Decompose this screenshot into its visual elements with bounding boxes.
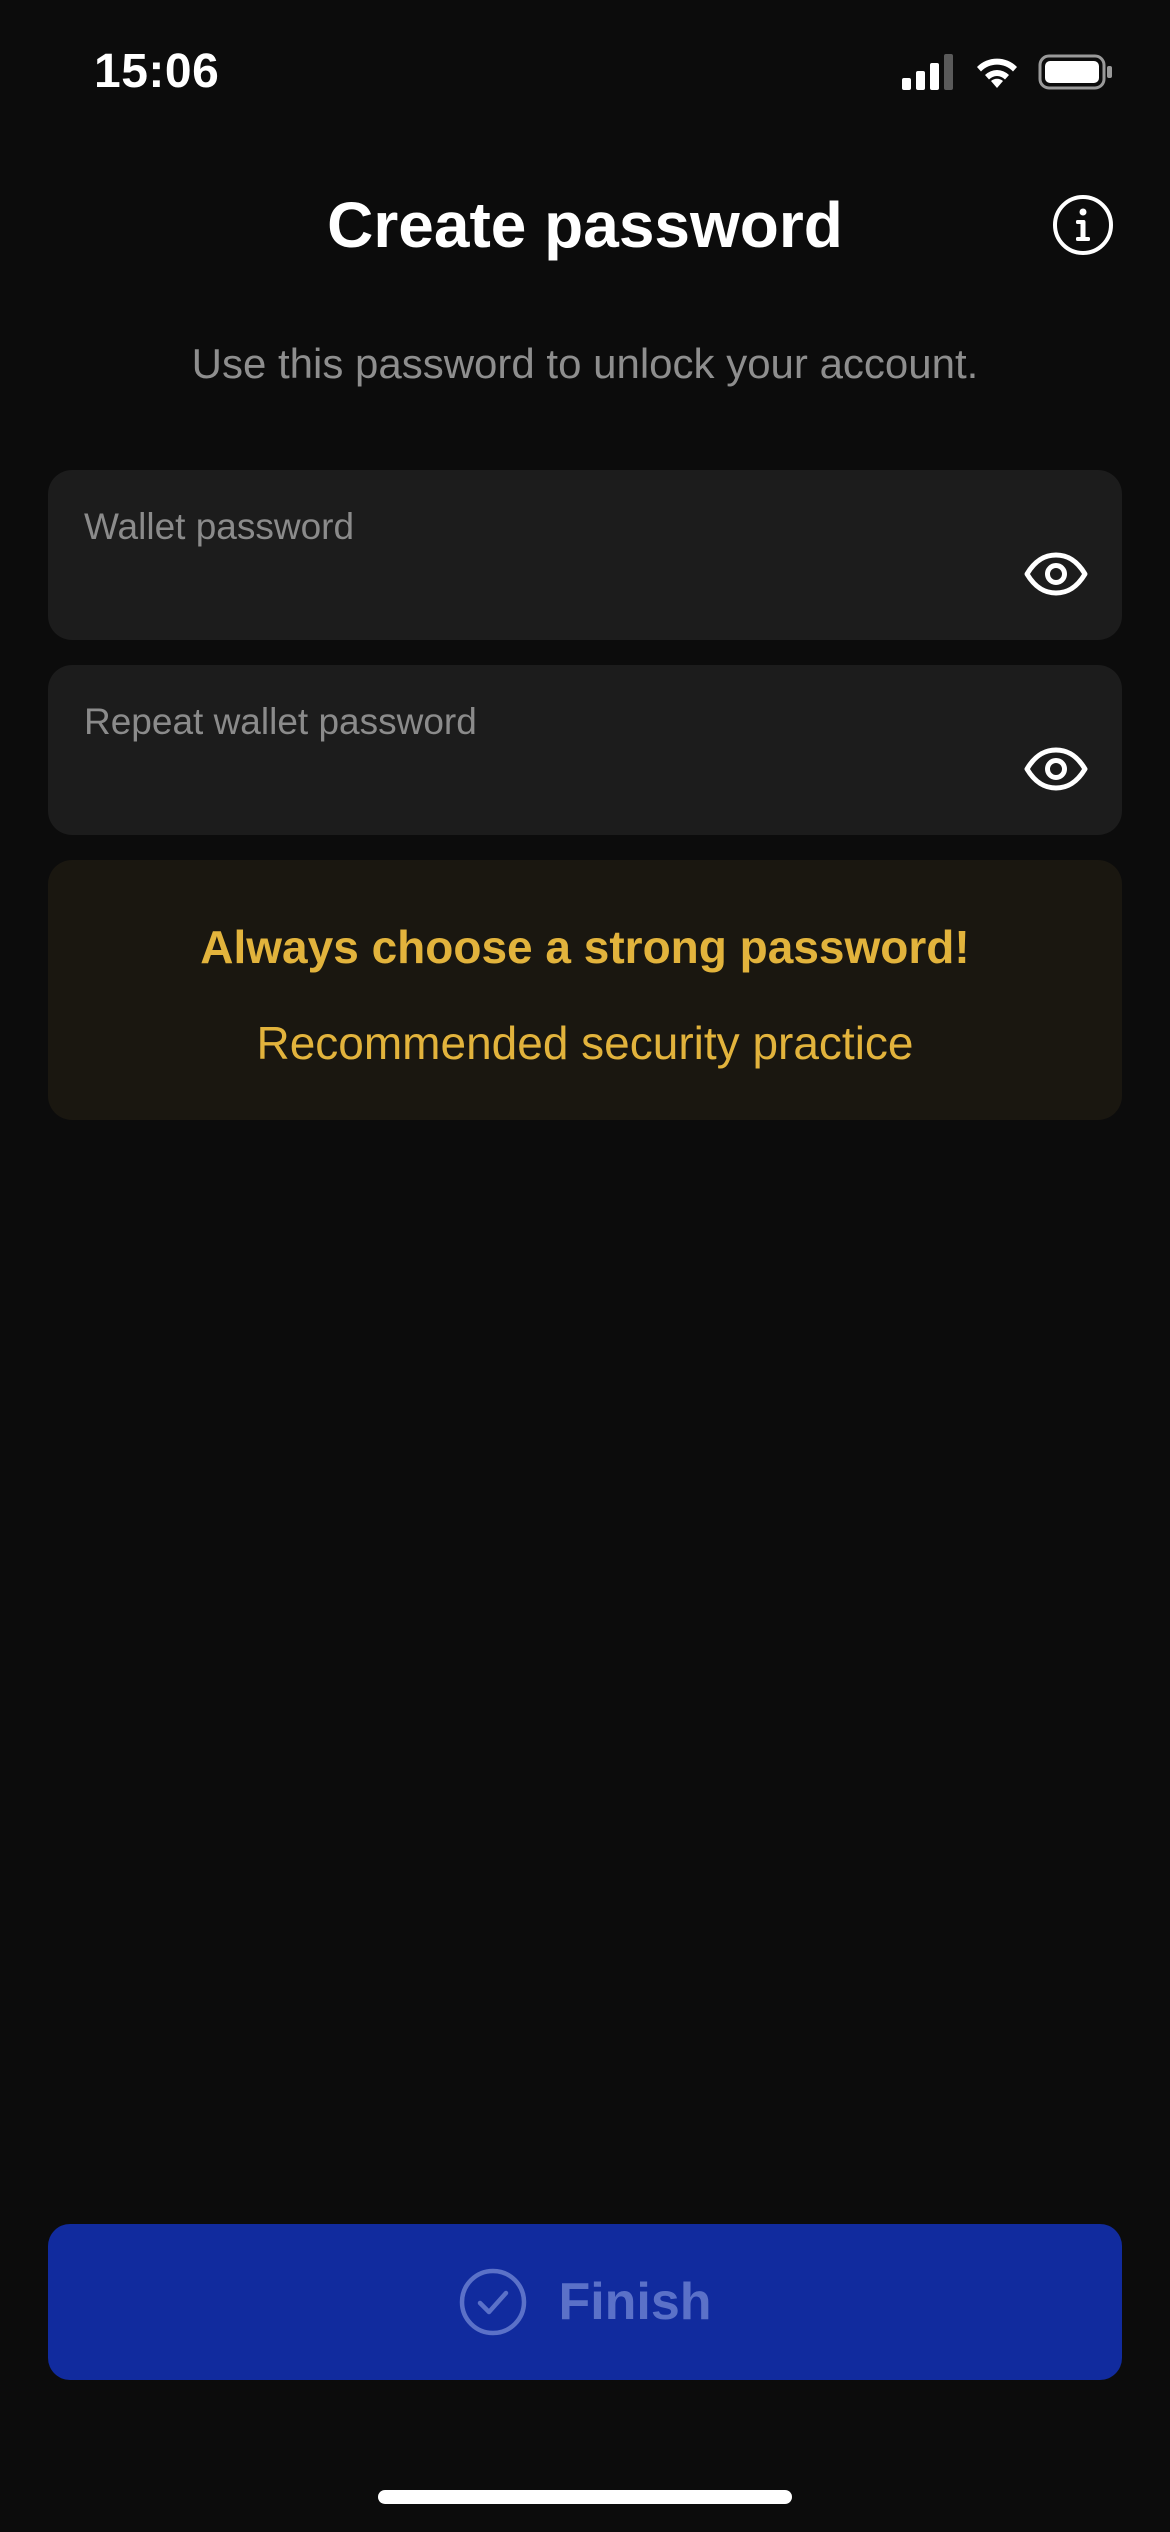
toggle-password-visibility-button[interactable] (1024, 552, 1088, 596)
cellular-signal-icon (902, 54, 953, 90)
status-icons (902, 54, 1114, 90)
header: Create password (0, 180, 1170, 270)
finish-button-label: Finish (558, 2273, 712, 2331)
finish-button[interactable]: Finish (48, 2224, 1122, 2380)
battery-icon (1038, 54, 1112, 90)
subtitle: Use this password to unlock your account… (191, 340, 979, 387)
warning-title: Always choose a strong password! (200, 921, 970, 973)
password-warning-card: Always choose a strong password! Recomme… (48, 860, 1122, 1120)
status-time: 15:06 (94, 45, 220, 98)
page-title: Create password (327, 189, 843, 261)
repeat-password-field[interactable]: Repeat wallet password (48, 665, 1122, 835)
check-circle-icon (460, 2268, 527, 2336)
wifi-icon (977, 58, 1017, 88)
wallet-password-field[interactable]: Wallet password (48, 470, 1122, 640)
warning-subtitle: Recommended security practice (256, 1017, 914, 1069)
info-button[interactable] (1052, 194, 1114, 256)
repeat-password-input[interactable] (84, 755, 988, 813)
wallet-password-label: Wallet password (84, 506, 355, 547)
eye-icon (1024, 747, 1088, 791)
info-icon (1053, 195, 1113, 255)
eye-icon (1024, 552, 1088, 596)
toggle-repeat-password-visibility-button[interactable] (1024, 747, 1088, 791)
wallet-password-input[interactable] (84, 560, 988, 618)
status-bar: 15:06 (0, 0, 1170, 150)
home-indicator (378, 2490, 792, 2504)
repeat-password-label: Repeat wallet password (84, 701, 477, 742)
